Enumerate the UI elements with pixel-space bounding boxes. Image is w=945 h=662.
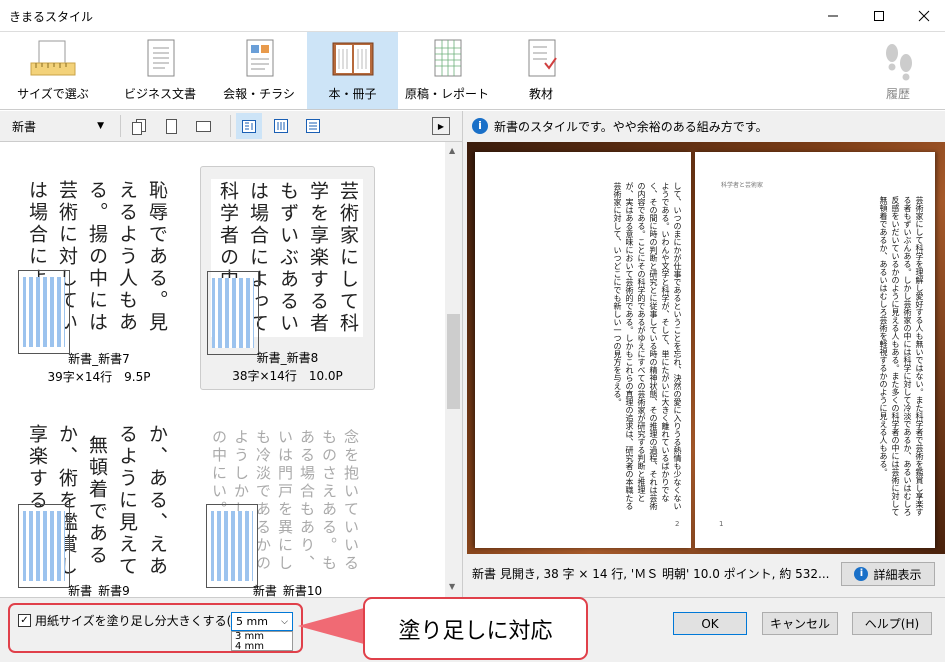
ok-label: OK (701, 616, 719, 631)
layout-vertical-button[interactable] (268, 113, 294, 139)
page-number: 1 (719, 520, 724, 528)
thumbnail-name: 新書_新書7 (68, 352, 130, 366)
help-label: ヘルプ(H) (864, 617, 920, 631)
panel-toggle-button[interactable]: ▶ (432, 117, 450, 135)
landscape-page-icon (196, 121, 211, 132)
vertical-text-icon (274, 119, 288, 133)
toolbar-history[interactable]: 履歴 (860, 32, 936, 109)
direction-group (236, 113, 326, 139)
thumbnail-info: 38字×14行 10.0P (232, 369, 343, 383)
layout-horizontal-button[interactable] (300, 113, 326, 139)
bleed-size-value: 5 mm (236, 615, 268, 628)
toolbar-worksheet[interactable]: 教材 (496, 32, 586, 109)
window-title: きまるスタイル (9, 10, 94, 24)
callout-box: 塗り足しに対応 (363, 597, 588, 660)
toolbar-flyer[interactable]: 会報・チラシ (214, 32, 304, 109)
toolbar-manuscript[interactable]: 原稿・レポート (400, 32, 494, 109)
help-button[interactable]: ヘルプ(H) (852, 612, 932, 635)
thumbnail-info: 39字×14行 9.5P (47, 370, 151, 384)
thumbnail-grid: 恥辱である。見えるよう人もある。揚の中には芸術に対していは場合によっては楽する者… (0, 142, 445, 597)
thumbnail-name: 新書_新書8 (256, 351, 319, 365)
bleed-checkbox-label: 用紙サイズを塗り足し分大きくする(S) (35, 614, 244, 628)
chevron-down-icon: ⌵ (281, 616, 288, 627)
scroll-thumb[interactable] (447, 314, 460, 409)
bleed-option[interactable]: 4 mm (235, 642, 292, 651)
worksheet-icon (528, 39, 557, 77)
layout-mixed-button[interactable] (236, 113, 262, 139)
thumbnail-name: 新書_新書10 (252, 584, 323, 597)
toolbar-label: 履歴 (885, 87, 910, 101)
toolbar-label: サイズで選ぶ (17, 87, 89, 101)
toolbar-business[interactable]: ビジネス文書 (114, 32, 206, 109)
flyer-icon (246, 39, 274, 77)
close-icon[interactable] (909, 6, 939, 26)
book-preview: して、いつのまにかが仕事であるということを忘れ、決然の愛に入りうる熱情も少なくな… (467, 142, 945, 554)
page-preview-icon (18, 270, 70, 354)
running-header: 科学者と芸術家 (721, 182, 764, 189)
bleed-checkbox[interactable]: ✓ 用紙サイズを塗り足し分大きくする(S) (18, 612, 244, 629)
orientation-group (126, 113, 216, 139)
mixed-layout-icon (242, 120, 256, 133)
toolbar-label: ビジネス文書 (123, 87, 196, 101)
scroll-up-icon[interactable]: ▲ (449, 146, 455, 155)
details-label: 詳細表示 (873, 567, 922, 582)
horizontal-text-icon (306, 119, 320, 133)
page-preview-icon (18, 504, 70, 588)
multi-page-icon (132, 119, 146, 135)
toolbar-label: 原稿・レポート (404, 87, 489, 101)
thumbnail-item-selected[interactable]: 芸術家にして科学を享楽する者もずいぶあるいは場合によって科学者の中には芸術かのよ… (200, 166, 375, 390)
thumbnail-item[interactable]: 念を抱いていいるものさえある。もある場合もあり、いは門戸を異にしも冷淡であるかの… (200, 412, 375, 597)
bleed-options-list: 3 mm 4 mm (231, 631, 293, 651)
page-left: して、いつのまにかが仕事であるということを忘れ、決然の愛に入りうる熱情も少なくな… (475, 152, 691, 548)
cancel-button[interactable]: キャンセル (762, 612, 838, 635)
scroll-down-icon[interactable]: ▼ (449, 582, 455, 591)
toolbar-label: 会報・チラシ (223, 87, 295, 101)
portrait-page-icon (166, 119, 177, 134)
page-right: 科学者と芸術家 芸術家にして科学を理解し愛好する人も無いではない。また科学者で芸… (695, 152, 935, 548)
toolbar-size[interactable]: サイズで選ぶ (10, 32, 96, 109)
footprints-icon (886, 44, 912, 81)
cancel-label: キャンセル (769, 617, 830, 631)
style-description: 新書のスタイルです。やや余裕のある組み方です。 (494, 120, 768, 134)
scrollbar[interactable]: ▲ ▼ (445, 142, 462, 597)
page-multi-button[interactable] (126, 113, 152, 139)
view-divider (120, 115, 121, 137)
toolbar-label: 本・冊子 (328, 87, 377, 101)
callout-pointer (298, 608, 364, 644)
category-select[interactable]: 新書 ▼ (6, 115, 110, 137)
toolbar-label: 教材 (528, 87, 553, 101)
document-icon (147, 39, 175, 77)
category-value: 新書 (12, 119, 37, 134)
toolbar-book[interactable]: 本・冊子 (307, 32, 398, 109)
thumbnail-item[interactable]: か、ある、えあるように見えて無頓着であるか、術を鑑賞し享楽する芸術家にして科学 … (14, 412, 184, 597)
checkbox-checked-icon[interactable]: ✓ (18, 614, 31, 627)
details-button[interactable]: i 詳細表示 (841, 562, 935, 586)
page-landscape-button[interactable] (190, 113, 216, 139)
style-status: 新書 見開き, 38 字 × 14 行, 'ＭＳ 明朝' 10.0 ポイント, … (472, 567, 830, 581)
page-preview-icon (207, 271, 259, 355)
page-right-text: 芸術家にして科学を理解し愛好する人も無いではない。また科学者で芸術を鑑賞し享楽す… (879, 196, 924, 516)
page-number: 2 (675, 520, 680, 528)
callout-text: 塗り足しに対応 (398, 618, 553, 644)
info-icon: i (472, 118, 488, 134)
title-bar: きまるスタイル (0, 0, 945, 31)
bleed-size-select[interactable]: 5 mm ⌵ (231, 612, 293, 631)
maximize-icon[interactable] (864, 6, 894, 26)
page-left-text: して、いつのまにかが仕事であるということを忘れ、決然の愛に入りうる熱情も少なくな… (613, 182, 682, 510)
page-portrait-button[interactable] (158, 113, 184, 139)
info-icon: i (854, 567, 869, 581)
thumbnail-name: 新書_新書9 (68, 584, 130, 597)
ok-button[interactable]: OK (673, 612, 747, 635)
page-preview-icon (206, 504, 258, 588)
manuscript-icon (434, 39, 462, 77)
book-icon (332, 42, 373, 76)
ruler-icon (30, 40, 76, 76)
minimize-icon[interactable] (818, 6, 848, 26)
view-divider (230, 115, 231, 137)
thumbnail-item[interactable]: 恥辱である。見えるよう人もある。揚の中には芸術に対していは場合によっては楽する者… (14, 168, 184, 388)
play-icon: ▶ (437, 121, 445, 131)
dropdown-arrow-icon: ▼ (97, 121, 104, 131)
